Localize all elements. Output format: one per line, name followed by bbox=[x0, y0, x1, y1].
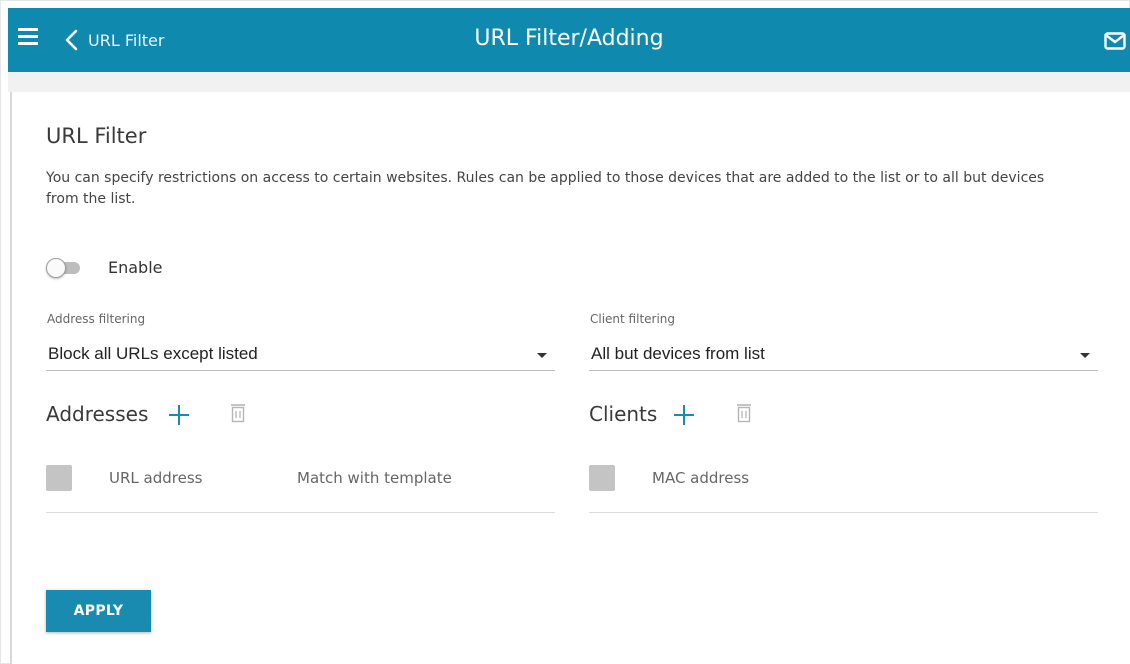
delete-address-icon[interactable] bbox=[230, 403, 246, 423]
add-address-icon[interactable] bbox=[168, 404, 190, 426]
page-title: URL Filter/Adding bbox=[474, 26, 664, 51]
column-header-match-template: Match with template bbox=[297, 469, 452, 487]
toggle-thumb bbox=[46, 258, 66, 278]
clients-divider bbox=[589, 512, 1098, 513]
address-filtering-value: Block all URLs except listed bbox=[48, 344, 258, 363]
addresses-title: Addresses bbox=[46, 402, 149, 426]
address-filtering-select[interactable]: Block all URLs except listed bbox=[46, 336, 555, 371]
client-filtering-label: Client filtering bbox=[590, 312, 676, 326]
chevron-down-icon bbox=[1080, 353, 1090, 358]
apply-button[interactable]: APPLY bbox=[46, 590, 151, 632]
addresses-divider bbox=[46, 512, 555, 513]
section-description: You can specify restrictions on access t… bbox=[46, 170, 1045, 207]
address-filtering-label: Address filtering bbox=[47, 312, 146, 326]
clients-title: Clients bbox=[589, 402, 658, 426]
enable-label: Enable bbox=[108, 258, 163, 277]
enable-toggle[interactable] bbox=[46, 258, 82, 278]
client-filtering-select[interactable]: All but devices from list bbox=[589, 336, 1098, 371]
add-client-icon[interactable] bbox=[673, 404, 695, 426]
top-bar: URL Filter URL Filter/Adding bbox=[8, 8, 1130, 72]
header-shadow bbox=[8, 72, 1130, 92]
delete-client-icon[interactable] bbox=[736, 403, 752, 423]
addresses-select-all-checkbox[interactable] bbox=[46, 465, 72, 491]
column-header-url-address: URL address bbox=[109, 469, 203, 487]
column-header-mac-address: MAC address bbox=[652, 469, 750, 487]
chevron-down-icon bbox=[537, 353, 547, 358]
client-filtering-value: All but devices from list bbox=[591, 344, 765, 363]
section-title: URL Filter bbox=[46, 124, 147, 148]
clients-select-all-checkbox[interactable] bbox=[589, 465, 615, 491]
envelope-icon[interactable] bbox=[1104, 32, 1126, 50]
